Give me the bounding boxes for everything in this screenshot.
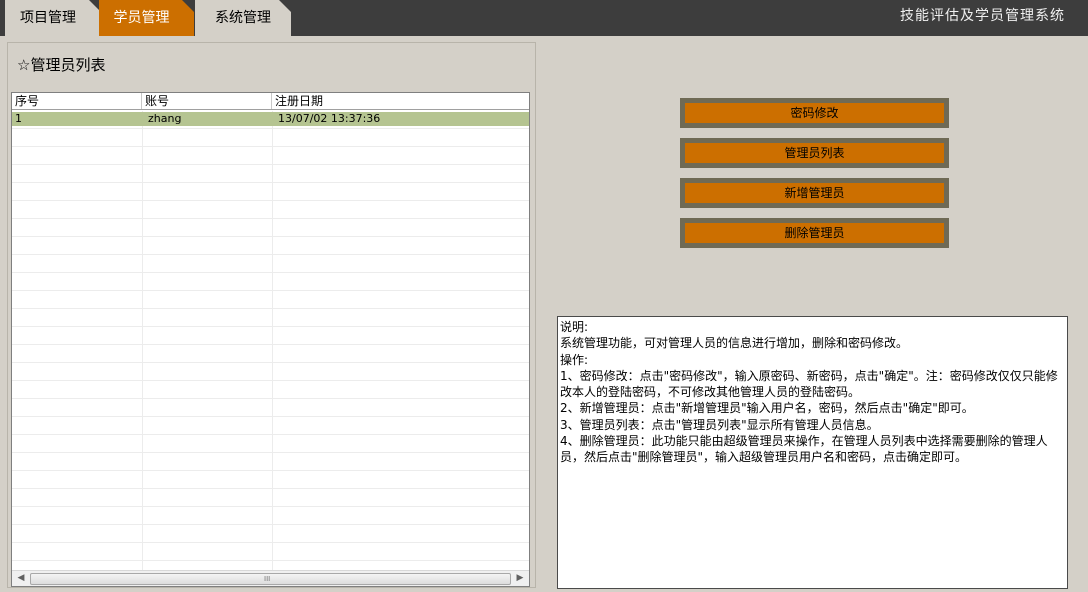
horizontal-scrollbar[interactable]: ◀ III ▶ [12, 570, 529, 586]
delete-admin-button[interactable]: 删除管理员 [680, 218, 949, 248]
column-divider [142, 111, 143, 571]
cell-index: 1 [15, 112, 22, 125]
panel-title: ☆管理员列表 [17, 56, 106, 74]
tab-project-management-label: 项目管理 [20, 10, 76, 26]
column-header-register-date[interactable]: 注册日期 [272, 93, 529, 109]
scroll-right-arrow-icon[interactable]: ▶ [513, 573, 527, 584]
description-line: 2、新增管理员：点击"新增管理员"输入用户名，密码，然后点击"确定"即可。 [560, 401, 974, 416]
admin-list-view[interactable]: 序号 账号 注册日期 1 zhang 13/07/02 13:37:36 ◀ I… [11, 92, 530, 587]
app-title: 技能评估及学员管理系统 [900, 8, 1065, 24]
description-line: 4、删除管理员：此功能只能由超级管理员来操作，在管理人员列表中选择需要删除的管理… [560, 434, 1048, 465]
column-divider [272, 111, 273, 571]
tab-student-management[interactable]: 学员管理 [99, 0, 194, 36]
description-textbox[interactable]: 说明: 系统管理功能，可对管理人员的信息进行增加，删除和密码修改。 操作: 1、… [557, 316, 1068, 589]
scroll-left-arrow-icon[interactable]: ◀ [14, 573, 28, 584]
list-rows-grid [12, 111, 529, 571]
description-line: 系统管理功能，可对管理人员的信息进行增加，删除和密码修改。 [560, 336, 909, 351]
column-header-account[interactable]: 账号 [142, 93, 272, 109]
tab-student-management-label: 学员管理 [113, 10, 170, 26]
description-line: 3、管理员列表：点击"管理员列表"显示所有管理人员信息。 [560, 417, 879, 432]
tab-system-management-label: 系统管理 [215, 10, 271, 26]
column-header-index[interactable]: 序号 [12, 93, 142, 109]
description-line: 1、密码修改：点击"密码修改"，输入原密码、新密码，点击"确定"。注：密码修改仅… [560, 368, 1058, 400]
top-tab-bar: 项目管理 学员管理 系统管理 技能评估及学员管理系统 [0, 0, 1088, 36]
cell-account: zhang [148, 112, 182, 125]
tab-system-management[interactable]: 系统管理 [195, 0, 291, 36]
scrollbar-grip-icon: III [264, 575, 271, 583]
scrollbar-thumb[interactable]: III [30, 573, 511, 585]
table-row[interactable]: 1 zhang 13/07/02 13:37:36 [12, 112, 529, 126]
admin-list-button[interactable]: 管理员列表 [680, 138, 949, 168]
admin-list-panel: ☆管理员列表 序号 账号 注册日期 1 zhang 13/07/02 13:37… [7, 42, 536, 588]
change-password-button[interactable]: 密码修改 [680, 98, 949, 128]
description-line: 操作: [560, 352, 589, 367]
list-header: 序号 账号 注册日期 [12, 93, 529, 110]
tab-project-management[interactable]: 项目管理 [5, 0, 101, 36]
cell-register-date: 13/07/02 13:37:36 [278, 112, 381, 125]
description-line: 说明: [560, 320, 589, 334]
add-admin-button[interactable]: 新增管理员 [680, 178, 949, 208]
